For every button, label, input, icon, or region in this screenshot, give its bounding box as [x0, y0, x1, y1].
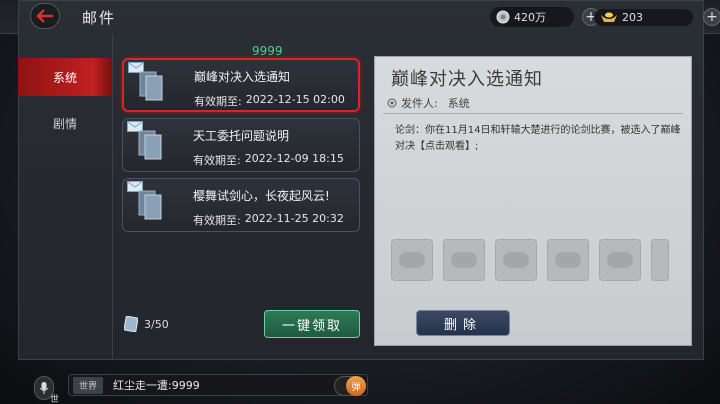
- empty-reward-icon: [451, 252, 477, 268]
- expiry-label: 有效期至:: [194, 95, 242, 108]
- mail-item[interactable]: 樱舞试剑心，长夜起风云! 有效期至: 2022-11-25 20:32: [122, 178, 360, 232]
- expiry-date: 2022-11-25 20:32: [244, 212, 344, 225]
- mail-title: 巅峰对决入选通知: [194, 70, 291, 84]
- arrow-left-icon: [36, 9, 53, 23]
- chat-channel-tag: 世界: [73, 376, 104, 394]
- reward-slot[interactable]: [599, 239, 641, 281]
- mail-title: 樱舞试剑心，长夜起风云!: [193, 189, 330, 203]
- mail-item[interactable]: 巅峰对决入选通知 有效期至: 2022-12-15 02:00: [122, 58, 360, 112]
- empty-reward-icon: [555, 252, 581, 268]
- chat-bar: 世 世界 红尘走一遭:9999 弹: [0, 366, 720, 404]
- add-gold-button[interactable]: +: [703, 8, 720, 26]
- tab-label: 剧情: [52, 116, 77, 131]
- mail-count-badge: 9999: [252, 44, 283, 58]
- mail-item[interactable]: 天工委托问题说明 有效期至: 2022-12-09 18:15: [122, 118, 360, 172]
- sender-icon: [387, 98, 397, 108]
- voice-channel-label: 世: [50, 395, 60, 404]
- mail-title: 天工委托问题说明: [193, 129, 290, 143]
- divider: [112, 34, 113, 360]
- mail-expiry: 有效期至: 2022-11-25 20:32: [193, 212, 344, 228]
- divider: [383, 113, 683, 114]
- empty-reward-icon: [607, 252, 633, 268]
- mail-attachment-icon: [138, 190, 162, 220]
- expiry-label: 有效期至:: [193, 154, 241, 167]
- danmu-knob: 弹: [346, 376, 366, 396]
- tab-system[interactable]: 系统: [18, 58, 112, 96]
- mail-expiry: 有效期至: 2022-12-15 02:00: [194, 93, 345, 109]
- mail-detail-panel: 巅峰对决入选通知 发件人: 系统 论剑：你在11月14日和轩辕大楚进行的论剑比赛…: [374, 56, 692, 346]
- gold-currency: 203 +: [594, 7, 720, 27]
- expiry-date: 2022-12-09 18:15: [244, 152, 344, 165]
- mail-attachment-icon: [139, 71, 163, 101]
- reward-slot[interactable]: [391, 239, 433, 281]
- silver-coin-icon: [496, 10, 510, 24]
- delete-button[interactable]: 删除: [416, 310, 510, 336]
- reward-slot[interactable]: [495, 239, 537, 281]
- page-count: 3/50: [144, 317, 169, 331]
- chat-message-box[interactable]: 世界 红尘走一遭:9999: [68, 374, 368, 396]
- sender-name: 系统: [447, 97, 470, 110]
- mail-stack-icon: [124, 316, 138, 332]
- mail-expiry: 有效期至: 2022-12-09 18:15: [193, 152, 344, 168]
- mail-attachment-icon: [138, 130, 162, 160]
- chat-message: 红尘走一遭:9999: [113, 379, 200, 392]
- tab-label: 系统: [52, 70, 77, 85]
- sender-row: 发件人: 系统: [387, 95, 470, 111]
- empty-reward-icon: [399, 252, 425, 268]
- expiry-date: 2022-12-15 02:00: [245, 93, 345, 106]
- claim-all-button[interactable]: 一键领取: [264, 310, 360, 338]
- reward-slot[interactable]: [443, 239, 485, 281]
- expiry-label: 有效期至:: [193, 214, 241, 227]
- reward-slot[interactable]: [547, 239, 589, 281]
- microphone-icon: [39, 382, 49, 394]
- sender-label: 发件人:: [401, 97, 438, 110]
- gold-amount: 203: [622, 10, 643, 24]
- detail-title: 巅峰对决入选通知: [391, 69, 543, 90]
- mail-body: 论剑：你在11月14日和轩辕大楚进行的论剑比赛，被选入了巅峰对决【点击观看】;: [395, 125, 681, 152]
- danmu-toggle[interactable]: 弹: [334, 376, 366, 396]
- tab-story[interactable]: 剧情: [18, 104, 112, 142]
- back-button[interactable]: [30, 3, 60, 29]
- gold-ingot-icon: [601, 12, 617, 22]
- page-indicator: 3/50: [124, 316, 169, 332]
- empty-reward-icon: [503, 252, 529, 268]
- reward-slot[interactable]: [651, 239, 669, 281]
- silver-currency: 420万 +: [490, 7, 600, 27]
- page-title: 邮件: [82, 9, 117, 27]
- reward-row: [391, 239, 669, 281]
- silver-amount: 420万: [514, 11, 546, 24]
